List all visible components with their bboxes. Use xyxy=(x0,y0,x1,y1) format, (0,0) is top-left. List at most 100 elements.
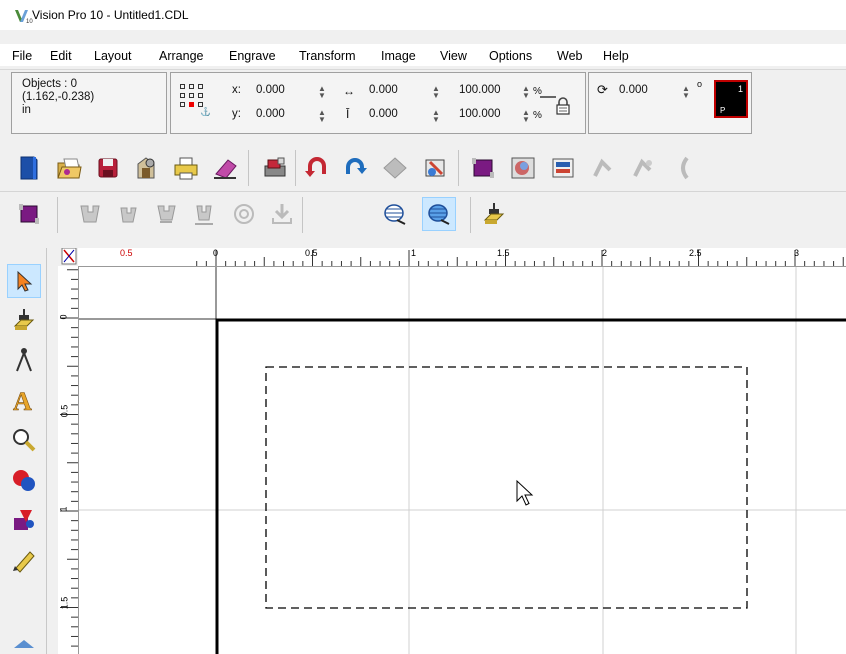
ruler-top-label: 1 xyxy=(411,248,417,258)
save-icon[interactable] xyxy=(91,151,125,185)
print-icon[interactable] xyxy=(169,151,203,185)
rotation-field[interactable]: 0.000 xyxy=(619,84,648,96)
menu-file[interactable]: File xyxy=(12,49,32,63)
menu-help[interactable]: Help xyxy=(603,49,629,63)
group-icon[interactable] xyxy=(586,151,620,185)
select-arrow-icon[interactable] xyxy=(7,264,41,298)
more-icon[interactable] xyxy=(666,151,700,185)
toolbar-separator xyxy=(470,197,471,233)
fixture-icon[interactable] xyxy=(73,197,107,231)
fixture-center-icon[interactable] xyxy=(187,197,221,231)
height-icon: Ī xyxy=(346,107,350,121)
vision-pro-logo-icon: 10 xyxy=(14,8,34,25)
window-title: Vision Pro 10 - Untitled1.CDL xyxy=(32,8,189,22)
ruler-top-label: 0.5 xyxy=(120,248,133,258)
fixture-align-icon[interactable] xyxy=(149,197,183,231)
ruler-top[interactable]: 0.5 0 0.5 1 1.5 2 2.5 3 xyxy=(78,248,846,267)
redo-icon[interactable] xyxy=(338,151,372,185)
rotation-icon: ⟳ xyxy=(597,82,608,97)
ruler-top-label: 2.5 xyxy=(689,248,702,258)
width-field[interactable]: 0.000 xyxy=(369,84,398,96)
eraser-icon[interactable] xyxy=(208,151,242,185)
y-field[interactable]: 0.000 xyxy=(256,108,285,120)
width-icon: ↔ xyxy=(343,84,355,98)
ruler-top-label: 2 xyxy=(602,248,608,258)
ruler-top-label: 1.5 xyxy=(497,248,510,258)
fixture-rotate-icon[interactable] xyxy=(111,197,145,231)
width-spinner[interactable]: ▲ ▼ xyxy=(432,85,440,100)
y-spinner[interactable]: ▲ ▼ xyxy=(318,109,326,124)
lock-icon[interactable] xyxy=(555,96,571,116)
menu-edit[interactable]: Edit xyxy=(50,49,72,63)
engrave-machine-icon[interactable] xyxy=(258,151,292,185)
open-folder-icon[interactable] xyxy=(52,151,86,185)
download-icon[interactable] xyxy=(265,197,299,231)
plate-boundary xyxy=(265,366,748,609)
more-tools-icon[interactable] xyxy=(8,630,40,654)
zoom-icon[interactable] xyxy=(8,424,40,456)
x-field[interactable]: 0.000 xyxy=(256,84,285,96)
engrave-tool-icon[interactable] xyxy=(477,197,511,231)
text-box-icon[interactable] xyxy=(546,151,580,185)
fill-icon[interactable] xyxy=(378,151,412,185)
hatch-fill-active-icon[interactable] xyxy=(422,197,456,231)
menu-image[interactable]: Image xyxy=(381,49,416,63)
scale-link-line xyxy=(540,96,556,98)
svg-text:⚓: ⚓ xyxy=(200,106,210,116)
svg-text:A: A xyxy=(13,387,32,414)
toolbar-separator xyxy=(458,150,459,186)
text-icon[interactable]: A xyxy=(8,384,40,416)
compass-icon[interactable] xyxy=(8,344,40,376)
toolbar-separator xyxy=(57,197,58,233)
undo-icon[interactable] xyxy=(300,151,334,185)
pen-icon[interactable] xyxy=(8,544,40,576)
scale-x-spinner[interactable]: ▲ ▼ xyxy=(522,85,530,100)
menu-engrave[interactable]: Engrave xyxy=(229,49,276,63)
new-document-icon[interactable] xyxy=(12,151,46,185)
ruler-corner[interactable] xyxy=(56,247,78,266)
menu-layout[interactable]: Layout xyxy=(94,49,132,63)
scale-x-field[interactable]: 100.000 xyxy=(459,84,501,96)
layer-icon[interactable] xyxy=(466,151,500,185)
scale-y-spinner[interactable]: ▲ ▼ xyxy=(522,109,530,124)
menu-arrange[interactable]: Arrange xyxy=(159,49,203,63)
import-icon[interactable] xyxy=(129,151,163,185)
ruler-left-label: 1.5 xyxy=(59,596,70,610)
height-spinner[interactable]: ▲ ▼ xyxy=(432,109,440,124)
rotation-spinner[interactable]: ▲ ▼ xyxy=(682,85,690,100)
ruler-top-label: 0.5 xyxy=(305,248,318,258)
shapes-icon[interactable] xyxy=(8,464,40,496)
engrave-tool-icon[interactable] xyxy=(8,304,40,336)
edit-path-icon[interactable] xyxy=(418,151,452,185)
menu-transform[interactable]: Transform xyxy=(299,49,356,63)
layer-icon[interactable] xyxy=(12,197,46,231)
menu-options[interactable]: Options xyxy=(489,49,532,63)
y-label: y: xyxy=(232,108,241,120)
menu-web[interactable]: Web xyxy=(557,49,582,63)
toolbar-separator xyxy=(302,197,303,233)
toolbar-separator xyxy=(248,150,249,186)
hatch-fill-icon[interactable] xyxy=(378,197,412,231)
target-icon[interactable] xyxy=(227,197,261,231)
menu-view[interactable]: View xyxy=(440,49,467,63)
ruler-top-label: 0 xyxy=(213,248,219,258)
scale-y-field[interactable]: 100.000 xyxy=(459,108,501,120)
toolbar-separator xyxy=(295,150,296,186)
ungroup-icon[interactable] xyxy=(626,151,660,185)
canvas-grid xyxy=(79,267,846,654)
swatch-letter: P xyxy=(720,106,726,115)
ruler-left-label: 0.5 xyxy=(59,404,70,418)
height-field[interactable]: 0.000 xyxy=(369,108,398,120)
ruler-top-label: 3 xyxy=(794,248,800,258)
design-canvas[interactable] xyxy=(79,267,846,654)
x-spinner[interactable]: ▲ ▼ xyxy=(318,85,326,100)
shape-edit-icon[interactable] xyxy=(8,504,40,536)
cursor-coords: (1.162,-0.238) xyxy=(22,91,95,103)
x-label: x: xyxy=(232,84,241,96)
transform-panel xyxy=(170,72,586,134)
anchor-point-icon[interactable]: ⚓ xyxy=(180,82,211,117)
image-edit-icon[interactable] xyxy=(506,151,540,185)
ruler-left[interactable]: 0 0.5 1 1.5 xyxy=(58,266,79,654)
ruler-left-label: 0 xyxy=(58,314,69,320)
objects-count: Objects : 0 xyxy=(22,78,77,90)
